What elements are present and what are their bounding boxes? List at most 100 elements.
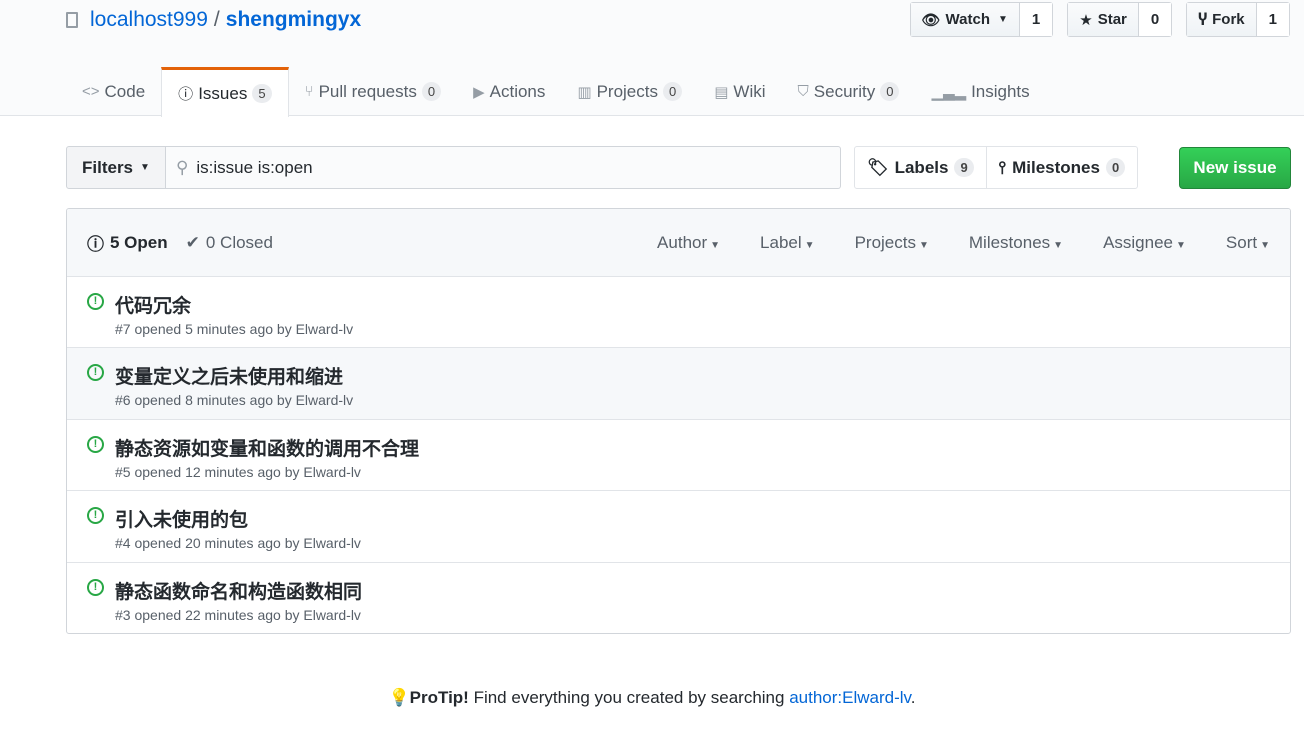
lightbulb-icon: 💡	[388, 688, 410, 707]
issue-row: ! 变量定义之后未使用和缩进 #6 opened 8 minutes ago by …	[67, 348, 1290, 420]
play-icon: ▶	[473, 83, 485, 101]
tab-security[interactable]: ⛉ Security 0	[782, 67, 916, 116]
pull-request-icon: ⑂	[304, 83, 314, 100]
search-icon: ⚲	[175, 157, 189, 177]
milestone-icon: ⫯	[998, 157, 1007, 177]
shield-icon: ⛉	[797, 83, 809, 100]
issue-title-link[interactable]: 变量定义之后未使用和缩进	[115, 362, 343, 389]
tab-label: Issues	[198, 83, 248, 103]
separator: /	[213, 8, 220, 31]
repo-nav: <> Code ⓘ Issues 5 ⑂ Pull requests 0 ▶ Actions…	[66, 67, 1046, 117]
tab-count: 0	[421, 82, 442, 101]
open-issues-toggle[interactable]: ⓘ 5 Open	[87, 230, 168, 255]
caret-down-icon: ▼	[998, 14, 1008, 25]
protip-label: ProTip!	[409, 688, 469, 707]
labels-count: 9	[954, 158, 974, 177]
sort-filter[interactable]: Sort ▼	[1226, 233, 1270, 253]
book-icon: ▤	[714, 83, 729, 101]
closed-issues-toggle[interactable]: ✔ 0 Closed	[186, 233, 273, 253]
tab-count: 0	[880, 82, 900, 101]
tab-code[interactable]: <> Code	[66, 67, 161, 116]
issue-row: ! 静态函数命名和构造函数相同 #3 opened 22 minutes ago b…	[67, 563, 1290, 633]
issue-icon: ⓘ	[178, 86, 194, 103]
fork-button[interactable]: Ⴤ Fork	[1187, 3, 1257, 36]
issue-meta: #7 opened 5 minutes ago by Elward-lv	[115, 321, 354, 337]
star-button-group: ★ Star 0	[1067, 2, 1173, 37]
watch-count[interactable]: 1	[1019, 3, 1053, 36]
tab-count: 0	[663, 82, 683, 101]
issue-open-icon: !	[87, 507, 104, 525]
assignee-filter[interactable]: Assignee ▼	[1103, 233, 1186, 253]
tab-label: Pull requests	[318, 81, 417, 101]
watch-label: Watch	[945, 11, 990, 28]
filters-button[interactable]: Filters ▼	[66, 146, 166, 189]
repo-title: localhost999 / shengmingyx	[66, 8, 361, 32]
issues-list-header: ⓘ 5 Open ✔ 0 Closed Author ▼ Label ▼ Project…	[67, 209, 1290, 277]
tab-wiki[interactable]: ▤ Wiki	[698, 67, 781, 116]
star-label: Star	[1097, 11, 1127, 28]
tab-label: Insights	[971, 81, 1030, 101]
author-search-link[interactable]: author:Elward-lv	[789, 688, 911, 707]
repo-icon	[66, 12, 78, 28]
caret-down-icon: ▼	[140, 162, 150, 173]
tab-label: Projects	[596, 81, 658, 101]
fork-button-group: Ⴤ Fork 1	[1186, 2, 1290, 37]
fork-label: Fork	[1212, 11, 1245, 28]
tab-label: Actions	[489, 81, 546, 101]
issue-open-icon: !	[87, 578, 104, 596]
issue-meta: #5 opened 12 minutes ago by Elward-lv	[115, 463, 361, 480]
issue-meta: #6 opened 8 minutes ago by Elward-lv	[115, 392, 354, 409]
star-button[interactable]: ★ Star	[1068, 3, 1139, 36]
milestones-filter[interactable]: Milestones ▼	[969, 233, 1063, 253]
tab-issues[interactable]: ⓘ Issues 5	[161, 67, 289, 117]
labels-button[interactable]: 🏷 Labels 9	[855, 147, 986, 188]
open-count: 5 Open	[110, 232, 168, 252]
new-issue-button[interactable]: New issue	[1179, 147, 1291, 189]
issue-open-icon: !	[87, 364, 104, 382]
issue-search-input[interactable]: ⚲ is:issue is:open	[165, 146, 841, 189]
issue-title-link[interactable]: 静态函数命名和构造函数相同	[115, 577, 362, 604]
labels-label: Labels	[894, 157, 949, 177]
issue-open-icon: !	[87, 435, 104, 453]
tab-actions[interactable]: ▶ Actions	[457, 67, 561, 116]
tag-icon: 🏷	[867, 157, 889, 177]
tab-label: Security	[813, 81, 876, 101]
issue-open-icon: ⓘ	[87, 235, 104, 254]
tab-projects[interactable]: ▥ Projects 0	[561, 67, 698, 116]
issues-list: ⓘ 5 Open ✔ 0 Closed Author ▼ Label ▼ Project…	[66, 208, 1291, 634]
issue-title-link[interactable]: 代码冗余	[115, 291, 191, 318]
fork-icon: Ⴤ	[1198, 11, 1208, 29]
issue-title-link[interactable]: 引入未使用的包	[115, 505, 248, 532]
projects-filter[interactable]: Projects ▼	[855, 233, 929, 253]
milestones-button[interactable]: ⫯ Milestones 0	[985, 147, 1138, 188]
milestones-count: 0	[1105, 158, 1126, 177]
tab-label: Wiki	[733, 81, 766, 101]
watch-button-group: 👁 Watch ▼ 1	[909, 2, 1054, 37]
issue-open-icon: !	[87, 293, 104, 310]
star-count[interactable]: 0	[1138, 3, 1172, 36]
issue-row: ! 引入未使用的包 #4 opened 20 minutes ago by Elwa…	[67, 491, 1290, 563]
eye-icon: 👁	[921, 11, 941, 29]
tab-insights[interactable]: ▁▃▂ Insights	[915, 67, 1045, 116]
watch-button[interactable]: 👁 Watch ▼	[910, 3, 1020, 36]
fork-count[interactable]: 1	[1256, 3, 1289, 36]
code-icon: <>	[82, 83, 100, 100]
issue-row: ! 静态资源如变量和函数的调用不合理 #5 opened 12 minutes ag…	[67, 420, 1290, 492]
issue-row: ! 代码冗余 #7 opened 5 minutes ago by Elward-l…	[67, 277, 1290, 349]
search-query: is:issue is:open	[196, 157, 313, 177]
protip-text: Find everything you created by searching	[468, 688, 790, 707]
issue-title-link[interactable]: 静态资源如变量和函数的调用不合理	[115, 434, 419, 461]
check-icon: ✔	[185, 232, 200, 252]
repo-owner-link[interactable]: localhost999	[90, 8, 208, 32]
issue-meta: #3 opened 22 minutes ago by Elward-lv	[115, 606, 361, 623]
tab-pull-requests[interactable]: ⑂ Pull requests 0	[289, 67, 458, 116]
author-filter[interactable]: Author ▼	[657, 233, 720, 253]
milestones-label: Milestones	[1012, 157, 1100, 177]
label-filter[interactable]: Label ▼	[760, 233, 815, 253]
graph-icon: ▁▃▂	[931, 83, 967, 101]
repo-name-link[interactable]: shengmingyx	[226, 8, 361, 32]
protip: 💡ProTip! Find everything you created by …	[0, 688, 1304, 708]
filters-label: Filters	[82, 157, 134, 177]
repo-header: localhost999 / shengmingyx 👁 Watch ▼ 1 ★ St…	[0, 0, 1304, 117]
tab-count: 5	[252, 84, 272, 103]
